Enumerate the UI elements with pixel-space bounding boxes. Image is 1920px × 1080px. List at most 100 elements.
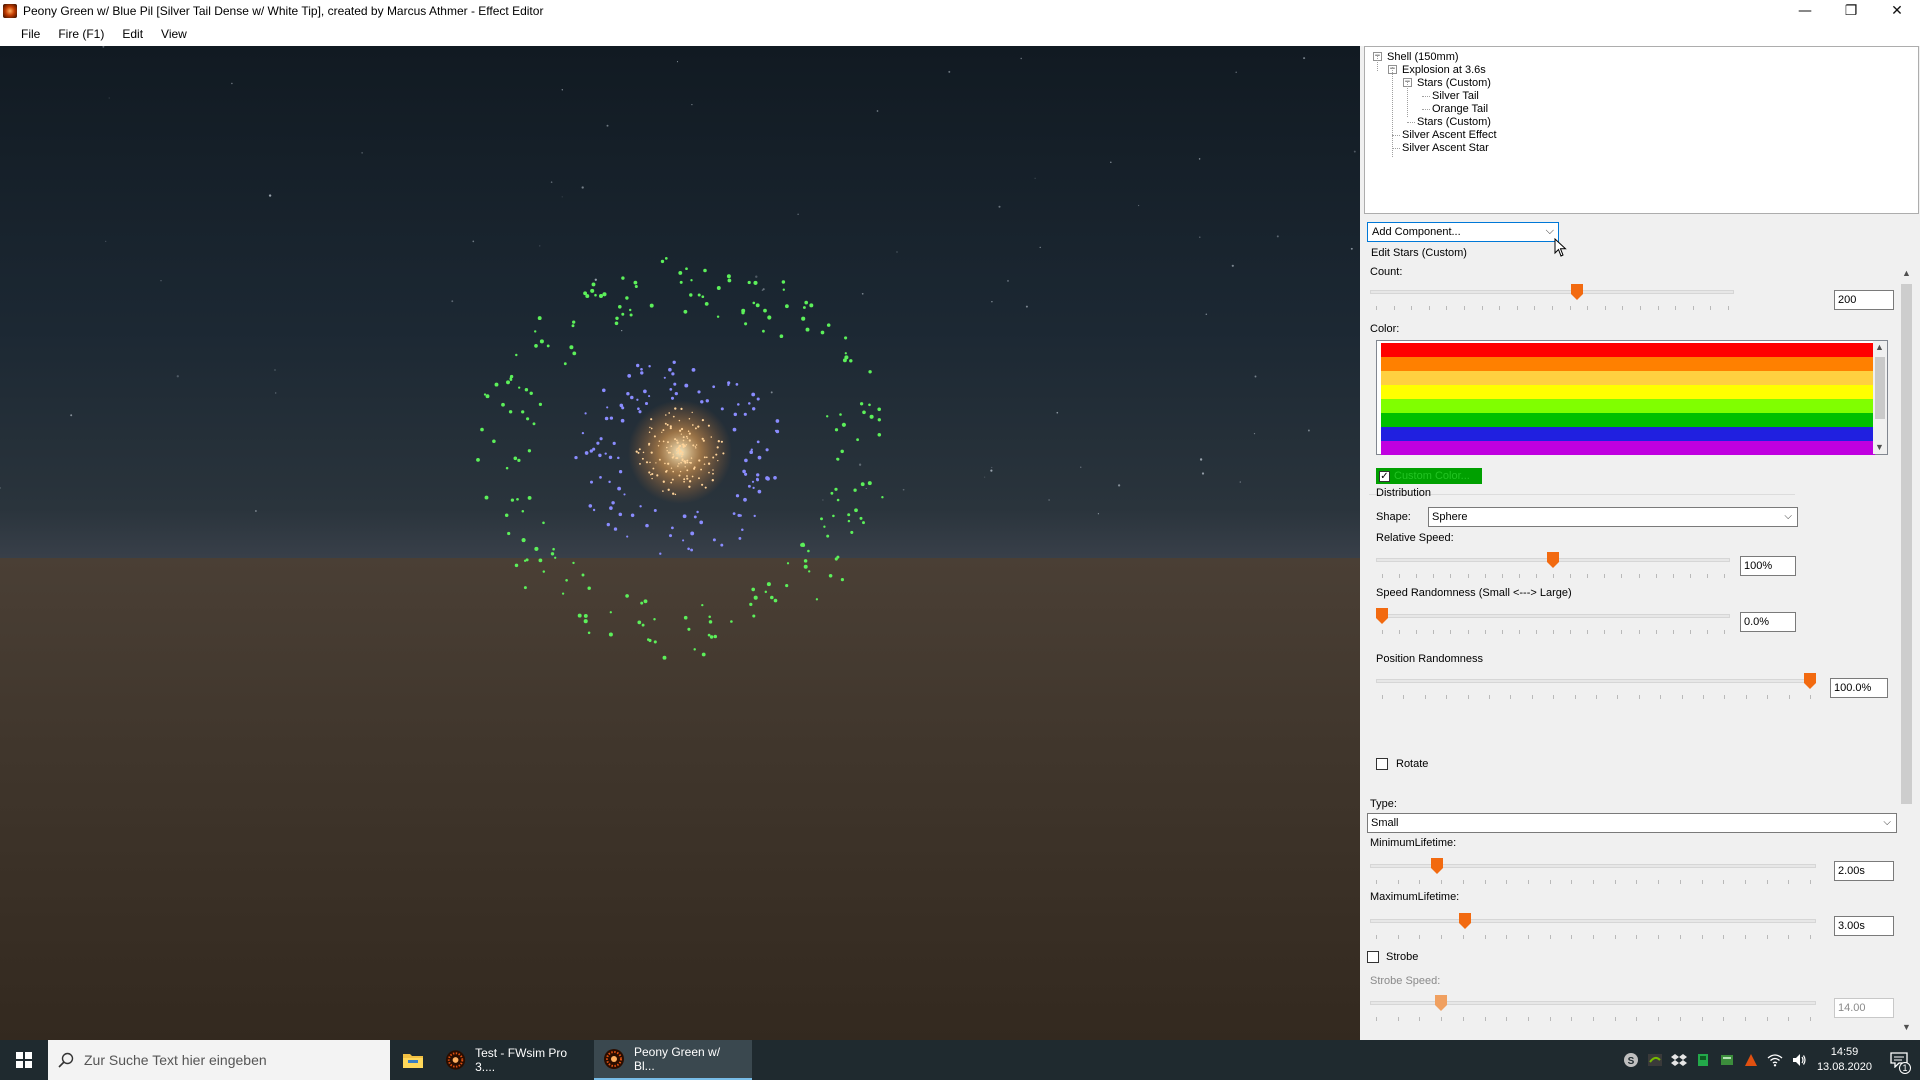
firework-spark — [653, 640, 657, 644]
warning-icon[interactable] — [1743, 1052, 1759, 1068]
scroll-down-icon[interactable]: ▼ — [1875, 442, 1884, 452]
strobe-checkbox[interactable] — [1367, 951, 1379, 963]
scroll-thumb[interactable] — [1901, 284, 1912, 804]
slider-thumb[interactable] — [1804, 673, 1816, 689]
color-swatch[interactable] — [1381, 371, 1875, 385]
slider-track[interactable] — [1376, 679, 1816, 683]
taskbar-app-effect-editor[interactable]: Peony Green w/ Bl... — [594, 1040, 752, 1080]
firework-spark — [682, 539, 685, 542]
relative-speed-input[interactable]: 100% — [1740, 556, 1796, 576]
firework-spark — [695, 447, 697, 449]
shape-select[interactable]: Sphere ⌵ — [1428, 507, 1798, 527]
slider-thumb[interactable] — [1570, 284, 1583, 300]
taskbar-app-fwsim[interactable]: Test - FWsim Pro 3.... — [436, 1040, 594, 1080]
action-center-button[interactable]: 1 — [1884, 1040, 1914, 1080]
component-tree[interactable]: − Shell (150mm) − Explosion at 3.6s − Stars (… — [1364, 46, 1919, 214]
slider-tick — [1701, 935, 1703, 939]
firework-spark — [626, 535, 629, 538]
slider-track[interactable] — [1376, 614, 1730, 618]
min-lifetime-slider[interactable] — [1370, 858, 1824, 886]
firework-spark — [755, 303, 760, 308]
slider-thumb[interactable] — [1435, 995, 1448, 1011]
firework-spark — [609, 416, 614, 420]
network-adapter-icon[interactable] — [1719, 1052, 1735, 1068]
wifi-icon[interactable] — [1767, 1052, 1783, 1068]
file-explorer-button[interactable] — [390, 1040, 436, 1080]
scroll-down-icon[interactable]: ▼ — [1902, 1022, 1911, 1032]
rotate-checkbox[interactable] — [1376, 758, 1388, 770]
position-randomness-input[interactable]: 100.0% — [1830, 678, 1888, 698]
firework-spark — [704, 302, 709, 306]
close-button[interactable]: ✕ — [1874, 0, 1920, 22]
slider-thumb[interactable] — [1376, 608, 1388, 624]
scroll-thumb[interactable] — [1875, 357, 1885, 419]
color-swatch[interactable] — [1381, 385, 1875, 399]
firework-spark — [677, 465, 679, 467]
menu-view[interactable]: View — [152, 22, 196, 46]
volume-icon[interactable] — [1791, 1052, 1807, 1068]
max-lifetime-slider[interactable] — [1370, 913, 1824, 941]
slider-tick — [1638, 695, 1640, 699]
minimize-button[interactable]: — — [1782, 0, 1828, 22]
slider-thumb[interactable] — [1547, 552, 1559, 568]
menu-edit[interactable]: Edit — [113, 22, 152, 46]
slider-tick — [1553, 695, 1555, 699]
color-list-scrollbar[interactable]: ▲ ▼ — [1873, 341, 1887, 454]
speed-randomness-slider[interactable] — [1376, 608, 1738, 636]
firework-spark — [820, 330, 825, 335]
min-lifetime-input[interactable]: 2.00s — [1834, 861, 1894, 881]
scroll-up-icon[interactable]: ▲ — [1902, 268, 1911, 278]
count-input[interactable]: 200 — [1834, 290, 1894, 310]
menu-file[interactable]: File — [12, 22, 49, 46]
slider-tick — [1638, 574, 1640, 578]
position-randomness-slider[interactable] — [1376, 673, 1824, 701]
slider-thumb[interactable] — [1458, 913, 1471, 929]
slider-ticks — [1382, 574, 1725, 578]
firework-spark — [521, 510, 525, 513]
slider-thumb[interactable] — [1430, 858, 1443, 874]
color-swatch[interactable] — [1381, 357, 1875, 371]
firework-spark — [681, 443, 684, 446]
firework-viewport[interactable] — [0, 46, 1360, 1040]
firework-spark — [862, 521, 865, 525]
firework-spark — [637, 407, 640, 411]
color-swatch[interactable] — [1381, 343, 1875, 357]
slider-track[interactable] — [1370, 919, 1816, 923]
firework-spark — [627, 374, 632, 378]
relative-speed-slider[interactable] — [1376, 552, 1738, 580]
slider-tick — [1382, 630, 1383, 634]
dropbox-icon[interactable] — [1670, 1052, 1687, 1068]
skype-icon[interactable]: S — [1623, 1052, 1639, 1068]
color-list[interactable]: ▲ ▼ — [1376, 340, 1888, 455]
firework-spark — [701, 652, 706, 657]
firework-spark — [639, 505, 642, 508]
slider-track[interactable] — [1370, 290, 1734, 294]
color-swatch[interactable] — [1381, 413, 1875, 427]
tree-node[interactable]: Silver Ascent Star — [1402, 140, 1489, 156]
firework-spark — [630, 395, 634, 400]
editor-scrollbar[interactable]: ▲ ▼ — [1898, 266, 1915, 1036]
color-swatch[interactable] — [1381, 399, 1875, 413]
system-clock[interactable]: 14:59 13.08.2020 — [1817, 1045, 1872, 1075]
custom-color-checkbox[interactable]: ✓ Custom Color... — [1376, 468, 1482, 484]
taskbar-search[interactable]: Zur Suche Text hier eingeben — [48, 1040, 390, 1080]
type-select[interactable]: Small ⌵ — [1367, 813, 1897, 833]
scroll-up-icon[interactable]: ▲ — [1875, 342, 1884, 352]
slider-tick — [1501, 574, 1503, 578]
firework-spark — [712, 538, 716, 542]
color-swatch[interactable] — [1381, 441, 1875, 455]
add-component-dropdown[interactable]: Add Component... ⌵ — [1367, 222, 1559, 242]
color-swatch[interactable] — [1381, 427, 1875, 441]
nvidia-icon[interactable] — [1647, 1052, 1663, 1068]
restore-button[interactable]: ❐ — [1828, 0, 1874, 22]
firework-spark — [692, 444, 695, 447]
firework-spark — [735, 494, 740, 498]
device-icon[interactable] — [1695, 1052, 1711, 1068]
firework-spark — [867, 481, 872, 486]
max-lifetime-input[interactable]: 3.00s — [1834, 916, 1894, 936]
count-slider[interactable] — [1370, 284, 1742, 312]
start-button[interactable] — [0, 1040, 48, 1080]
menu-fire[interactable]: Fire (F1) — [49, 22, 113, 46]
speed-randomness-input[interactable]: 0.0% — [1740, 612, 1796, 632]
strobe-speed-slider — [1370, 995, 1824, 1023]
